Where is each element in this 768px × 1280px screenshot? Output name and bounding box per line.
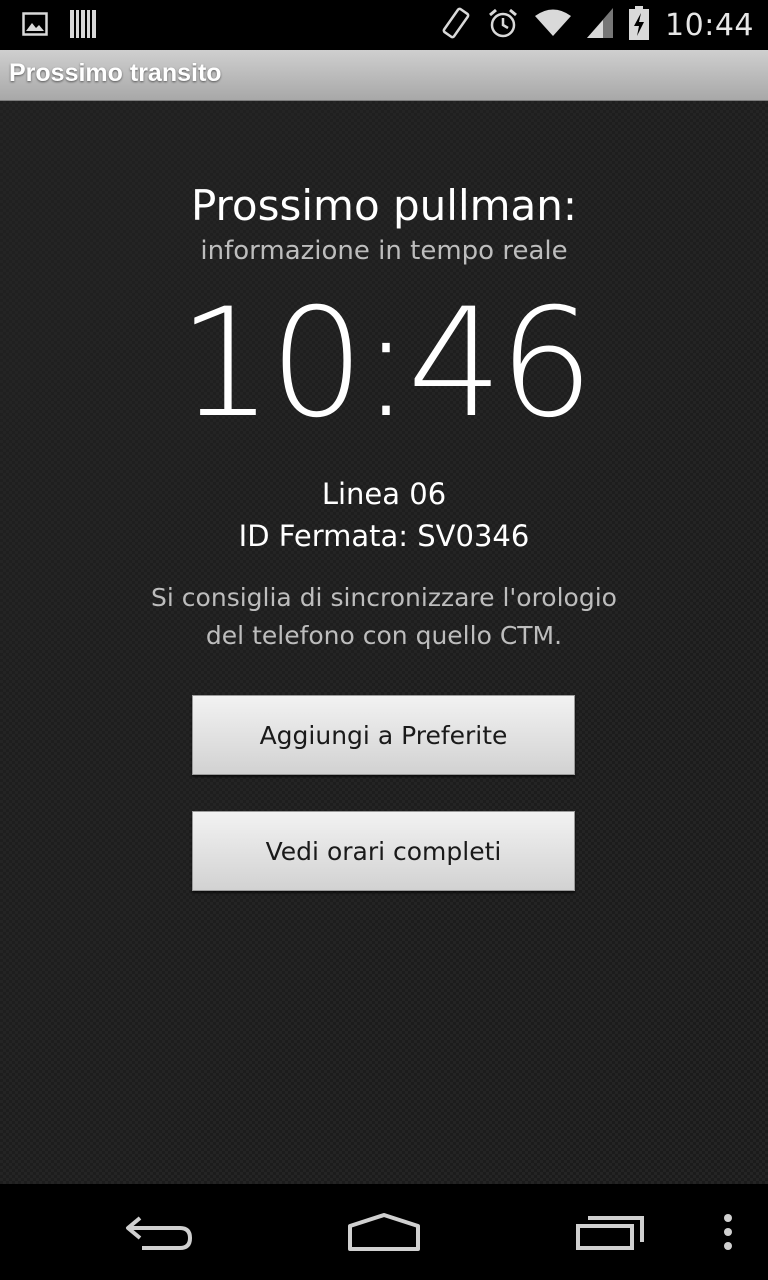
back-icon[interactable] <box>124 1212 194 1256</box>
arrival-time: 10:46 <box>177 277 594 451</box>
screen-rotation-icon <box>441 6 471 44</box>
navigation-bar <box>0 1184 768 1280</box>
system-icons: 10:44 <box>441 6 754 44</box>
advice-line-1: Si consiglia di sincronizzare l'orologio <box>151 583 617 612</box>
app-screen: 10:44 Prossimo transito Prossimo pullman… <box>0 0 768 1280</box>
advice-line-2: del telefono con quello CTM. <box>205 621 563 650</box>
main-content: Prossimo pullman: informazione in tempo … <box>0 101 768 1184</box>
stop-id-label: ID Fermata: SV0346 <box>238 519 530 553</box>
action-bar: Prossimo transito <box>0 50 768 101</box>
overflow-menu-icon[interactable] <box>722 1212 734 1256</box>
notification-icons <box>22 10 96 42</box>
page-title: Prossimo transito <box>9 59 222 87</box>
wifi-icon <box>535 9 572 41</box>
barcode-notification-icon <box>70 10 96 42</box>
battery-charging-icon <box>629 6 650 44</box>
add-to-favorites-button[interactable]: Aggiungi a Preferite <box>192 695 575 775</box>
next-bus-heading: Prossimo pullman: <box>190 181 578 230</box>
bus-line-label: Linea 06 <box>321 477 447 511</box>
alarm-icon <box>487 7 519 43</box>
signal-icon <box>587 8 614 42</box>
sync-advice-text: Si consiglia di sincronizzare l'orologio… <box>0 579 768 655</box>
realtime-subheading: informazione in tempo reale <box>200 236 568 266</box>
full-schedule-button[interactable]: Vedi orari completi <box>192 811 575 891</box>
image-notification-icon <box>22 12 48 40</box>
status-time: 10:44 <box>665 7 754 43</box>
home-icon[interactable] <box>346 1212 422 1256</box>
recent-apps-icon[interactable] <box>574 1212 646 1256</box>
status-bar: 10:44 <box>0 0 768 50</box>
